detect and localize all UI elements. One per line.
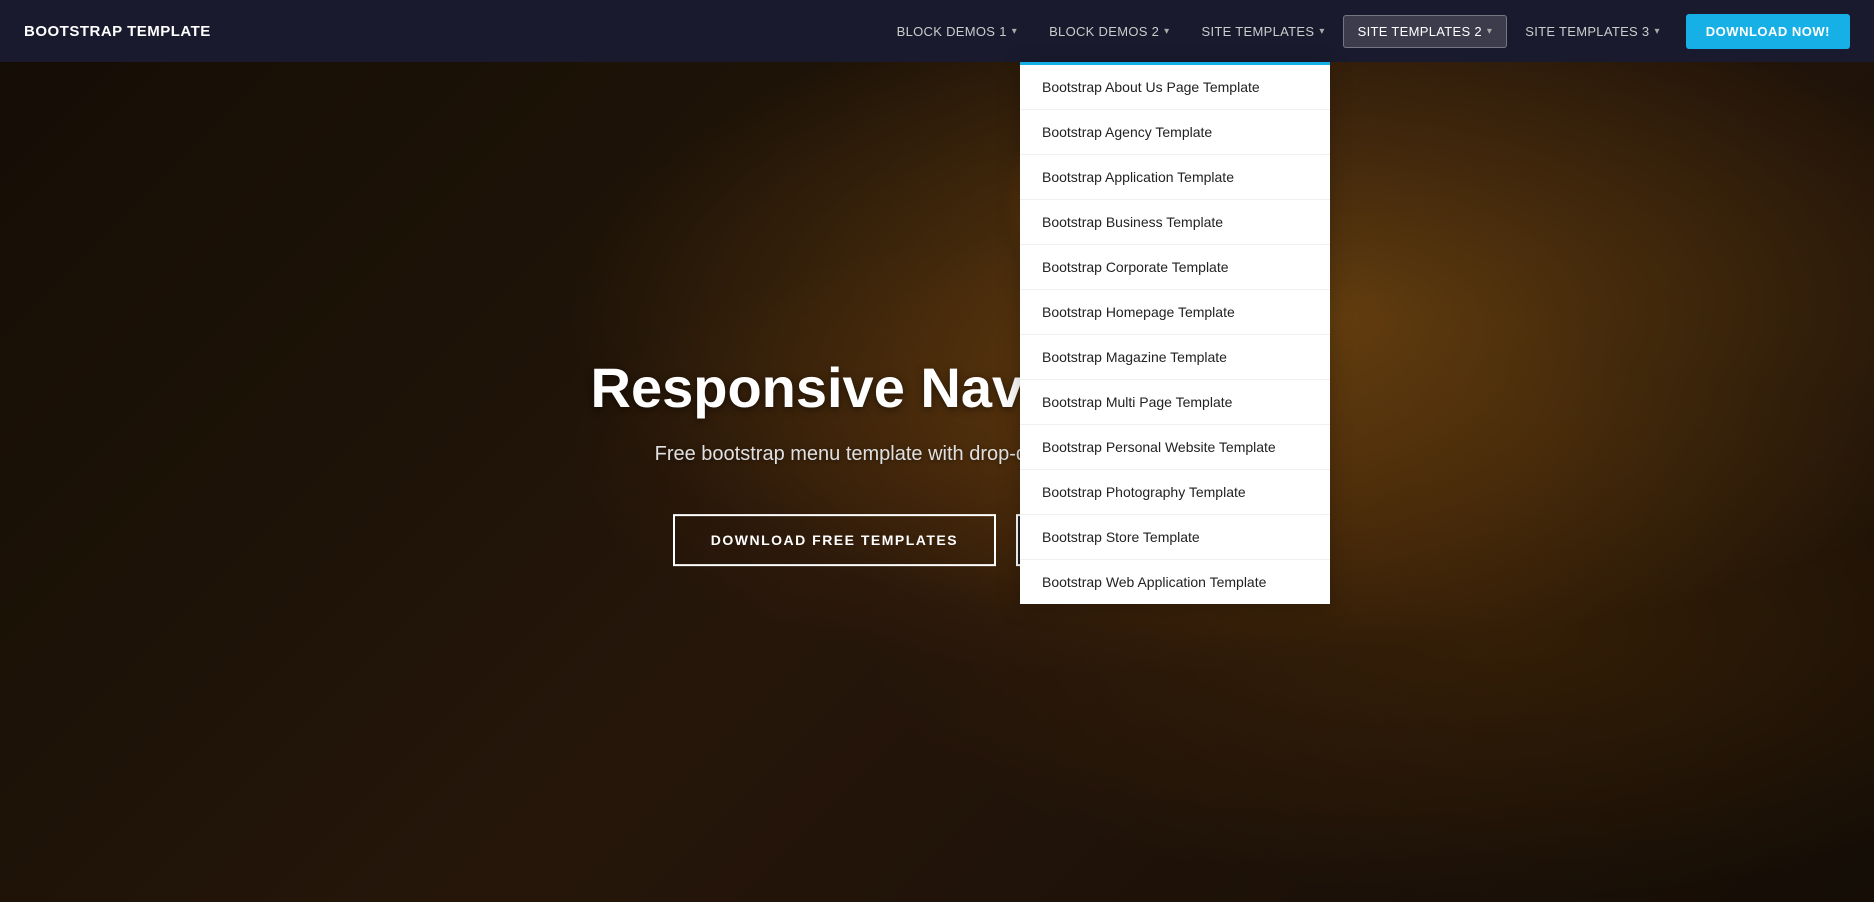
dropdown-item-agency[interactable]: Bootstrap Agency Template (1020, 110, 1330, 155)
chevron-down-icon: ▾ (1319, 26, 1324, 37)
dropdown-item-photography[interactable]: Bootstrap Photography Template (1020, 470, 1330, 515)
nav-block-demos-2[interactable]: BLOCK DEMOS 2 ▾ (1035, 16, 1183, 47)
chevron-down-icon: ▾ (1654, 26, 1659, 37)
nav-site-templates[interactable]: SITE TEMPLATES ▾ (1188, 16, 1339, 47)
dropdown-item-store[interactable]: Bootstrap Store Template (1020, 515, 1330, 560)
chevron-down-icon: ▾ (1164, 26, 1169, 37)
dropdown-item-corporate[interactable]: Bootstrap Corporate Template (1020, 245, 1330, 290)
chevron-down-icon: ▾ (1487, 26, 1492, 37)
navbar: BOOTSTRAP TEMPLATE BLOCK DEMOS 1 ▾ BLOCK… (0, 0, 1874, 62)
chevron-down-icon: ▾ (1012, 26, 1017, 37)
brand-logo[interactable]: BOOTSTRAP TEMPLATE (24, 23, 211, 40)
dropdown-item-personal-website[interactable]: Bootstrap Personal Website Template (1020, 425, 1330, 470)
dropdown-item-about-us[interactable]: Bootstrap About Us Page Template (1020, 65, 1330, 110)
site-templates-2-dropdown: Bootstrap About Us Page Template Bootstr… (1020, 62, 1330, 604)
nav-block-demos-1[interactable]: BLOCK DEMOS 1 ▾ (883, 16, 1031, 47)
download-free-templates-button[interactable]: DOWNLOAD FREE TEMPLATES (673, 514, 996, 566)
dropdown-item-magazine[interactable]: Bootstrap Magazine Template (1020, 335, 1330, 380)
dropdown-item-multipage[interactable]: Bootstrap Multi Page Template (1020, 380, 1330, 425)
dropdown-item-business[interactable]: Bootstrap Business Template (1020, 200, 1330, 245)
dropdown-item-web-application[interactable]: Bootstrap Web Application Template (1020, 560, 1330, 604)
dropdown-item-application[interactable]: Bootstrap Application Template (1020, 155, 1330, 200)
nav-site-templates-3[interactable]: SITE TEMPLATES 3 ▾ (1511, 16, 1674, 47)
nav-items: BLOCK DEMOS 1 ▾ BLOCK DEMOS 2 ▾ SITE TEM… (883, 14, 1850, 49)
dropdown-item-homepage[interactable]: Bootstrap Homepage Template (1020, 290, 1330, 335)
download-now-button[interactable]: DOWNLOAD NOW! (1686, 14, 1850, 49)
nav-site-templates-2[interactable]: SITE TEMPLATES 2 ▾ (1343, 15, 1508, 48)
